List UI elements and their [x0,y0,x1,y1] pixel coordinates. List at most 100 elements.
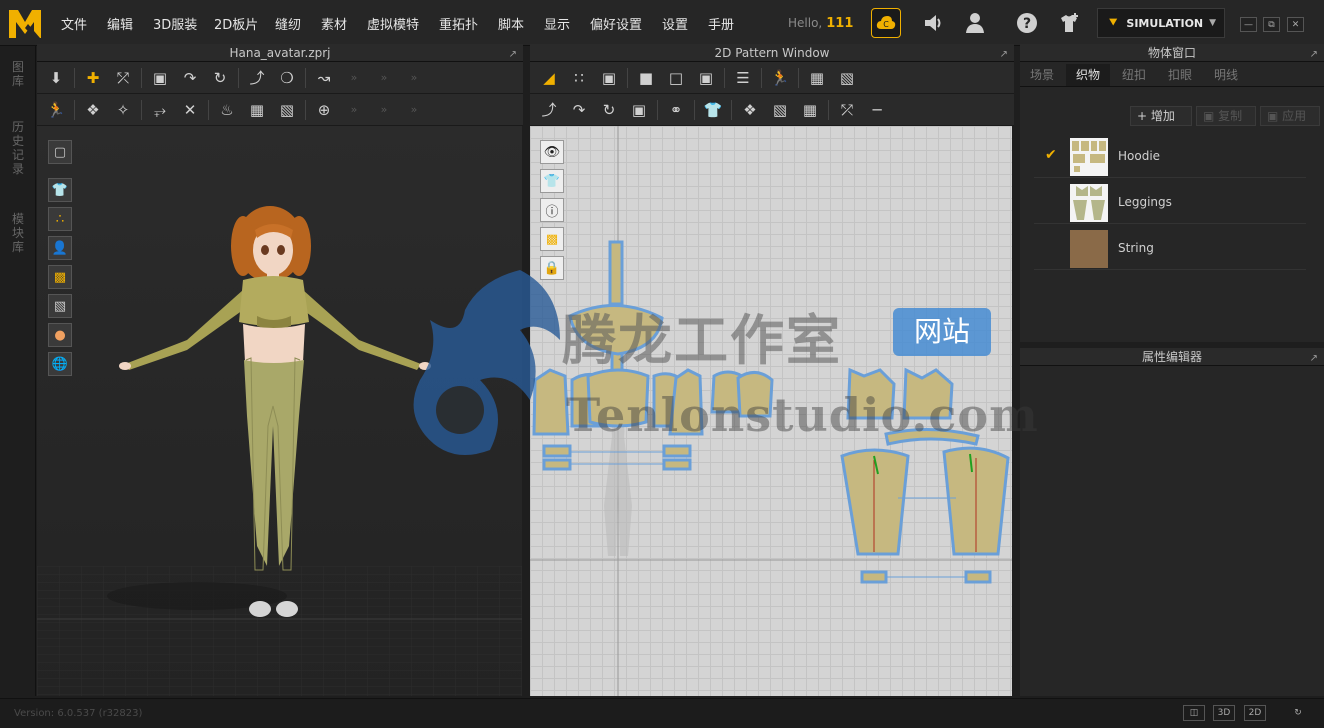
menu-script[interactable]: 脚本 [498,14,524,33]
menu-settings[interactable]: 设置 [662,14,688,33]
tack-remove-icon[interactable]: ✕ [175,97,205,123]
stitch-icon[interactable]: ▧ [765,97,795,123]
globe-icon[interactable]: 🌐 [48,352,72,376]
check-sewing-icon[interactable]: ▣ [624,97,654,123]
more-tools-icon-5[interactable]: » [369,97,399,123]
show-points-icon[interactable]: ∴ [48,207,72,231]
mesh-brush-icon[interactable]: ❍ [272,65,302,91]
steam-icon[interactable]: ♨ [212,97,242,123]
tab-buttons[interactable]: 纽扣 [1112,64,1156,86]
show-pattern-icon[interactable]: 👁 [540,140,564,164]
iron-icon[interactable]: ⚭ [661,97,691,123]
pin-tool-icon[interactable]: ❖ [78,97,108,123]
menu-file[interactable]: 文件 [61,14,87,33]
minimize-button[interactable]: — [1240,17,1257,32]
ruler-icon[interactable]: ─ [862,97,892,123]
2d-pattern-viewport[interactable]: 👁 👕 ⓘ ▩ 🔒 [530,126,1012,696]
side-tab-library[interactable]: 图库 [10,60,26,88]
measure-icon[interactable]: ⊕ [309,97,339,123]
close-button[interactable]: ✕ [1287,17,1304,32]
edit-point-icon[interactable]: ∷ [564,65,594,91]
segment-sewing-icon[interactable]: ⤴ [534,97,564,123]
seam-edit-icon[interactable]: ↝ [309,65,339,91]
topstitch-icon[interactable]: ⤱ [832,97,862,123]
copy-fabric-button[interactable]: ▣ 复制 [1196,106,1256,126]
apply-fabric-button[interactable]: ▣ 应用 [1260,106,1320,126]
tab-topstitch[interactable]: 明线 [1204,64,1248,86]
refresh-icon[interactable]: ↻ [1287,705,1309,721]
grid-icon[interactable]: ▧ [832,65,862,91]
select-mesh-icon[interactable]: ⤱ [108,65,138,91]
grading-icon[interactable]: ▦ [802,65,832,91]
add-point-icon[interactable]: ▣ [594,65,624,91]
texture-2d-toggle-icon[interactable]: ▩ [540,227,564,251]
menu-2d-pattern[interactable]: 2D板片 [214,14,258,33]
show-garment-2d-icon[interactable]: 👕 [540,169,564,193]
fold-arrangement-icon[interactable]: ▣ [145,65,175,91]
popout-icon-object[interactable]: ↗ [1310,46,1318,64]
menu-preferences[interactable]: 偏好设置 [590,14,642,33]
garment-icon[interactable]: ▧ [272,97,302,123]
menu-avatar[interactable]: 虚拟模特 [367,14,419,33]
more-tools-icon-3[interactable]: » [399,65,429,91]
side-tab-history[interactable]: 历史记录 [10,120,26,176]
fold-rotate-icon[interactable]: ↻ [205,65,235,91]
more-tools-icon-2[interactable]: » [369,65,399,91]
pin-box-icon[interactable]: ✧ [108,97,138,123]
more-tools-icon[interactable]: » [339,65,369,91]
menu-edit[interactable]: 编辑 [107,14,133,33]
rectangle-icon[interactable]: □ [661,65,691,91]
speaker-icon[interactable] [918,8,948,38]
mesh-display-icon[interactable]: ▧ [48,294,72,318]
edit-pattern-icon[interactable]: ⤴ [242,65,272,91]
simulation-mode-button[interactable]: ⯆ SIMULATION ▼ [1097,8,1225,38]
texture-icon[interactable]: ▩ [48,265,72,289]
info-icon[interactable]: ⓘ [540,198,564,222]
menu-display[interactable]: 显示 [544,14,570,33]
split-view-button[interactable]: ◫ [1183,705,1205,721]
tab-scene[interactable]: 场景 [1020,64,1064,86]
menu-materials[interactable]: 素材 [321,14,347,33]
pin-2d-icon[interactable]: ❖ [735,97,765,123]
skin-display-icon[interactable]: ● [48,323,72,347]
show-avatar-icon[interactable]: 👤 [48,236,72,260]
more-tools-icon-6[interactable]: » [399,97,429,123]
internal-shape-icon[interactable]: ▣ [691,65,721,91]
popout-icon-property[interactable]: ↗ [1310,350,1318,368]
add-garment-icon[interactable] [1054,8,1084,38]
side-tab-modular[interactable]: 模块库 [10,212,26,254]
menu-manual[interactable]: 手册 [708,14,734,33]
fabric-item-hoodie[interactable]: ✔ Hoodie [1034,134,1306,178]
menu-3d-garment[interactable]: 3D服装 [153,14,197,33]
polygon-icon[interactable]: ■ [631,65,661,91]
tab-fabric[interactable]: 织物 [1066,64,1110,86]
avatar-2d-icon[interactable]: 🏃 [765,65,795,91]
fabric-icon[interactable]: ▦ [242,97,272,123]
fabric-item-leggings[interactable]: Leggings [1034,180,1306,224]
free-sewing-icon[interactable]: ↷ [564,97,594,123]
texture-2d-icon[interactable]: ▦ [795,97,825,123]
app-logo[interactable] [6,4,44,42]
cloud-icon[interactable]: C [871,8,901,38]
2d-view-button[interactable]: 2D [1244,705,1266,721]
tab-buttonholes[interactable]: 扣眼 [1158,64,1202,86]
more-tools-icon-4[interactable]: » [339,97,369,123]
fabric-item-string[interactable]: String [1034,226,1306,270]
show-garment-icon[interactable]: 👕 [48,178,72,202]
restore-button[interactable]: ⧉ [1263,17,1280,32]
fold-icon[interactable]: ↷ [175,65,205,91]
drop-avatar-icon[interactable]: ⬇ [41,65,71,91]
edit-sewing-icon[interactable]: ↻ [594,97,624,123]
fold-pattern-icon[interactable]: ☰ [728,65,758,91]
select-move-icon[interactable]: ✚ [78,65,108,91]
3d-view-button[interactable]: 3D [1213,705,1235,721]
3d-viewport[interactable]: ▢ 👕 ∴ 👤 ▩ ▧ ● 🌐 [37,126,522,696]
help-icon[interactable]: ? [1012,8,1042,38]
user-icon[interactable] [960,8,990,38]
tack-icon[interactable]: ⥅ [145,97,175,123]
transform-pattern-icon[interactable]: ◢ [534,65,564,91]
garment-2d-icon[interactable]: 👕 [698,97,728,123]
view-cube-icon[interactable]: ▢ [48,140,72,164]
add-fabric-button[interactable]: + 增加 [1130,106,1192,126]
menu-sewing[interactable]: 缝纫 [275,14,301,33]
